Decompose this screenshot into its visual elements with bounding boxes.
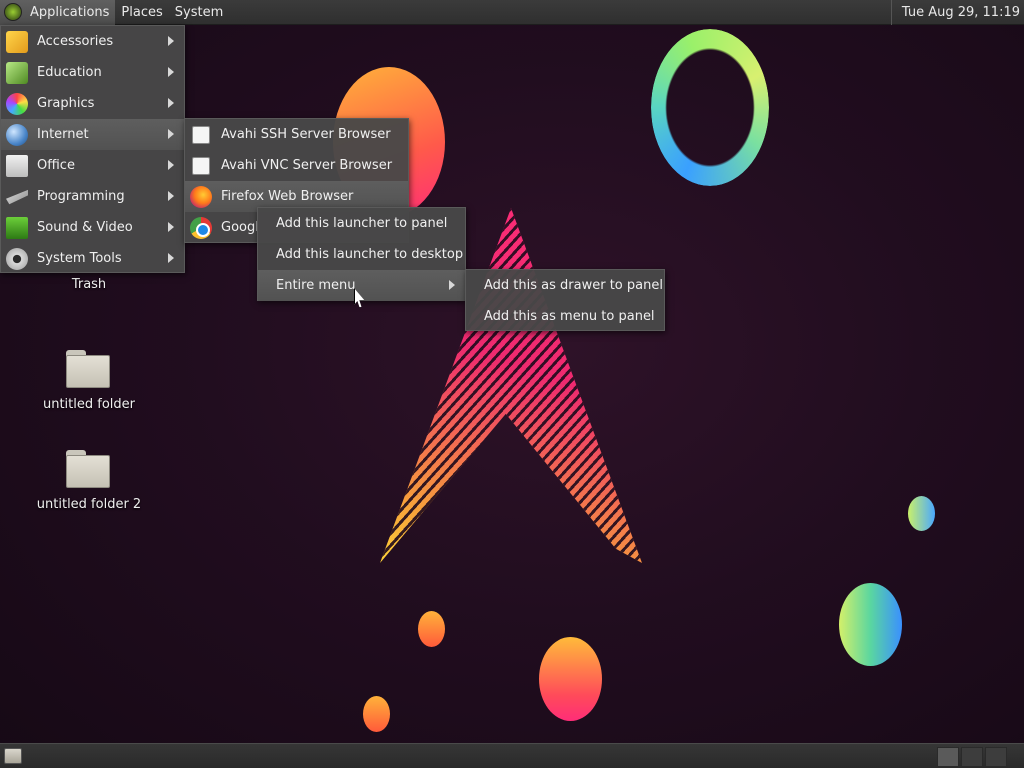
menu-item-sound-video[interactable]: Sound & Video xyxy=(1,212,184,243)
submenu-arrow-icon xyxy=(449,280,455,290)
menu-item-education[interactable]: Education xyxy=(1,57,184,88)
system-menu-button[interactable]: System xyxy=(169,0,229,25)
places-menu-label: Places xyxy=(121,4,163,20)
submenu-arrow-icon xyxy=(168,98,174,108)
clock[interactable]: Tue Aug 29, 11:19 xyxy=(890,0,1020,25)
launcher-context-menu: Add this launcher to panel Add this laun… xyxy=(257,207,466,301)
wallpaper-small-orb xyxy=(363,696,390,732)
menu-item-avahi-vnc[interactable]: Avahi VNC Server Browser xyxy=(185,150,408,181)
programming-icon xyxy=(6,189,28,205)
submenu-arrow-icon xyxy=(168,191,174,201)
submenu-arrow-icon xyxy=(168,36,174,46)
chrome-icon xyxy=(190,216,212,239)
applications-menu: Accessories Education Graphics Internet … xyxy=(0,25,185,273)
desktop-icon-untitled-folder-2-label[interactable]: untitled folder 2 xyxy=(14,497,164,512)
menu-item-accessories[interactable]: Accessories xyxy=(1,26,184,57)
menu-item-add-launcher-to-desktop[interactable]: Add this launcher to desktop xyxy=(258,239,465,270)
wallpaper-small-orb xyxy=(418,611,445,647)
internet-globe-icon xyxy=(6,123,28,146)
office-icon xyxy=(6,154,28,177)
avahi-icon xyxy=(192,125,210,144)
show-desktop-icon[interactable] xyxy=(4,748,22,764)
wallpaper-green-blue-orb xyxy=(839,583,902,666)
submenu-arrow-icon xyxy=(168,67,174,77)
entire-menu-submenu: Add this as drawer to panel Add this as … xyxy=(465,269,665,331)
places-menu-button[interactable]: Places xyxy=(115,0,168,25)
distro-logo-icon xyxy=(4,3,22,21)
menu-item-internet[interactable]: Internet xyxy=(1,119,184,150)
menu-item-programming[interactable]: Programming xyxy=(1,181,184,212)
menu-item-system-tools[interactable]: System Tools xyxy=(1,243,184,274)
bottom-panel xyxy=(0,743,1024,768)
submenu-arrow-icon xyxy=(168,222,174,232)
submenu-arrow-icon xyxy=(168,129,174,139)
menu-item-add-as-drawer[interactable]: Add this as drawer to panel xyxy=(466,270,664,301)
avahi-icon xyxy=(192,156,210,175)
menu-item-add-launcher-to-panel[interactable]: Add this launcher to panel xyxy=(258,208,465,239)
top-panel: Applications Places System Tue Aug 29, 1… xyxy=(0,0,1024,25)
wallpaper-ring xyxy=(651,29,769,186)
workspace-switcher-2[interactable] xyxy=(961,747,983,767)
graphics-icon xyxy=(6,92,28,115)
desktop-icon-untitled-folder-label[interactable]: untitled folder xyxy=(14,397,164,412)
menu-item-avahi-ssh[interactable]: Avahi SSH Server Browser xyxy=(185,119,408,150)
accessories-icon xyxy=(6,30,28,53)
wallpaper-green-blue-orb xyxy=(908,496,935,531)
clock-label: Tue Aug 29, 11:19 xyxy=(901,5,1020,20)
system-tools-icon xyxy=(6,247,28,270)
menu-item-entire-menu[interactable]: Entire menu xyxy=(258,270,465,301)
system-menu-label: System xyxy=(174,4,224,20)
applications-menu-label: Applications xyxy=(30,4,110,20)
folder-icon[interactable] xyxy=(66,450,110,488)
wallpaper-medium-orb xyxy=(539,637,602,721)
education-icon xyxy=(6,61,28,84)
workspace-switcher-3[interactable] xyxy=(985,747,1007,767)
desktop-icon-trash-label[interactable]: Trash xyxy=(14,277,164,292)
sound-video-icon xyxy=(6,216,28,239)
applications-menu-button[interactable]: Applications xyxy=(0,0,116,25)
workspace-switcher-1[interactable] xyxy=(937,747,959,767)
menu-item-office[interactable]: Office xyxy=(1,150,184,181)
menu-item-graphics[interactable]: Graphics xyxy=(1,88,184,119)
folder-icon[interactable] xyxy=(66,350,110,388)
submenu-arrow-icon xyxy=(168,253,174,263)
submenu-arrow-icon xyxy=(168,160,174,170)
menu-item-add-as-menu[interactable]: Add this as menu to panel xyxy=(466,301,664,332)
firefox-icon xyxy=(190,185,212,208)
